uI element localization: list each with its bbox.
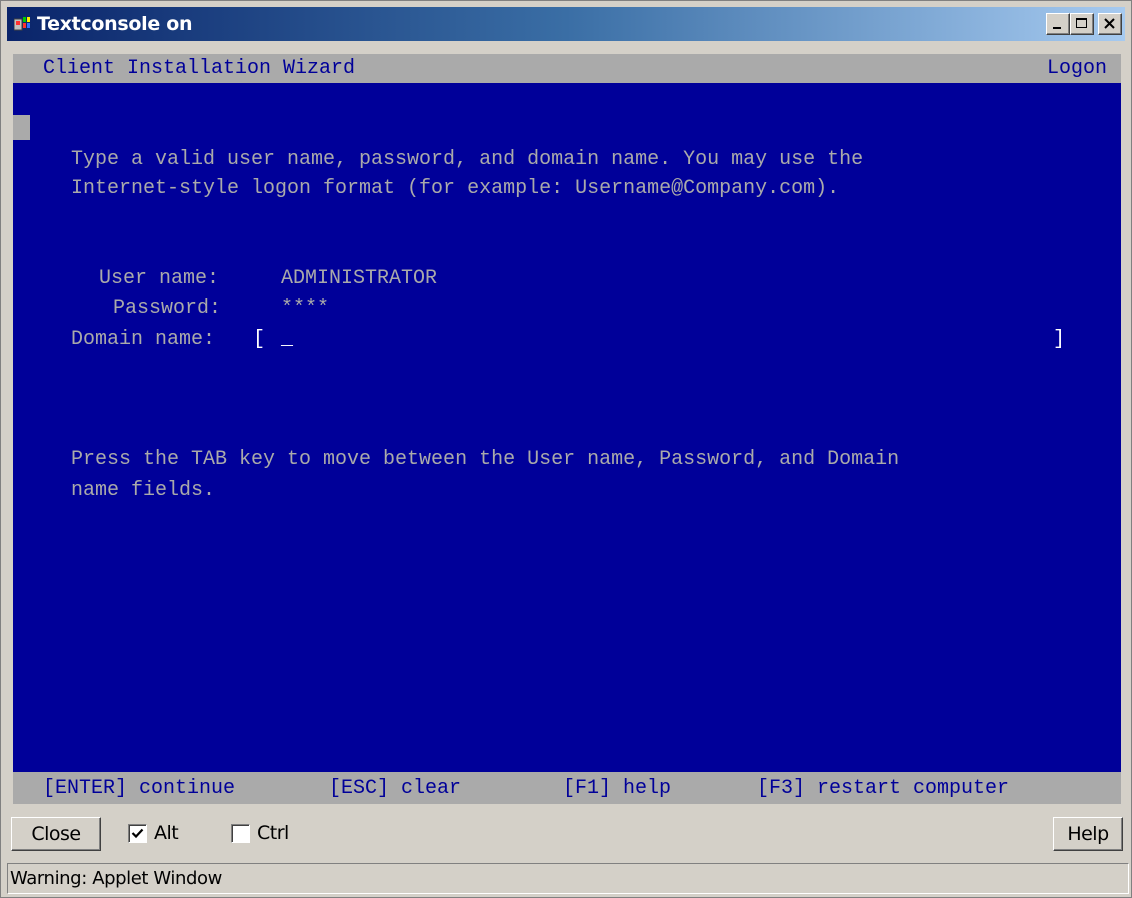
domain-close-bracket: ] xyxy=(1053,328,1066,351)
enter-key-hint: [ENTER] continue xyxy=(43,777,236,800)
wizard-step: Logon xyxy=(1046,57,1107,80)
maximize-icon xyxy=(1076,18,1087,28)
control-bar: Close Alt Ctrl Help xyxy=(7,809,1127,859)
status-bar: Warning: Applet Window xyxy=(7,863,1129,894)
ctrl-label: Ctrl xyxy=(257,822,289,844)
minimize-button[interactable] xyxy=(1046,13,1070,35)
instruction-line: Type a valid user name, password, and do… xyxy=(71,148,864,171)
help-text-line: Press the TAB key to move between the Us… xyxy=(71,448,900,471)
help-button[interactable]: Help xyxy=(1053,817,1123,851)
console-header: Client Installation Wizard Logon xyxy=(13,54,1121,83)
applet-window: Textconsole on Client Installation Wizar… xyxy=(0,0,1132,898)
instruction-line: Internet-style logon format (for example… xyxy=(71,177,840,200)
close-window-button[interactable] xyxy=(1098,13,1122,35)
user-name-label: User name: xyxy=(99,267,220,290)
minimize-icon xyxy=(1053,27,1061,29)
title-bar[interactable]: Textconsole on xyxy=(7,7,1125,41)
console-footer: [ENTER] continue [ESC] clear [F1] help [… xyxy=(13,772,1121,804)
ctrl-checkbox-box[interactable] xyxy=(231,824,250,843)
alt-checkbox-box[interactable] xyxy=(128,824,147,843)
domain-open-bracket: [ xyxy=(253,328,266,351)
domain-name-field[interactable]: _ xyxy=(281,328,293,352)
close-button[interactable]: Close xyxy=(11,817,101,851)
app-icon xyxy=(13,16,32,32)
checkmark-icon xyxy=(131,828,144,839)
f1-key-hint: [F1] help xyxy=(563,777,672,800)
window-title: Textconsole on xyxy=(37,13,193,35)
password-value[interactable]: **** xyxy=(281,297,329,321)
maximize-button[interactable] xyxy=(1070,13,1094,35)
password-label: Password: xyxy=(113,297,222,320)
text-console[interactable]: Client Installation Wizard Logon Type a … xyxy=(13,54,1121,804)
help-text-line: name fields. xyxy=(71,479,216,502)
esc-key-hint: [ESC] clear xyxy=(329,777,462,800)
domain-name-label: Domain name: xyxy=(71,328,216,351)
console-cursor-block xyxy=(13,115,30,140)
wizard-title: Client Installation Wizard xyxy=(43,57,356,80)
close-icon xyxy=(1104,18,1115,29)
alt-label: Alt xyxy=(154,822,179,844)
user-name-value[interactable]: ADMINISTRATOR xyxy=(281,267,437,291)
f3-key-hint: [F3] restart computer xyxy=(757,777,1010,800)
status-text: Warning: Applet Window xyxy=(10,868,222,889)
